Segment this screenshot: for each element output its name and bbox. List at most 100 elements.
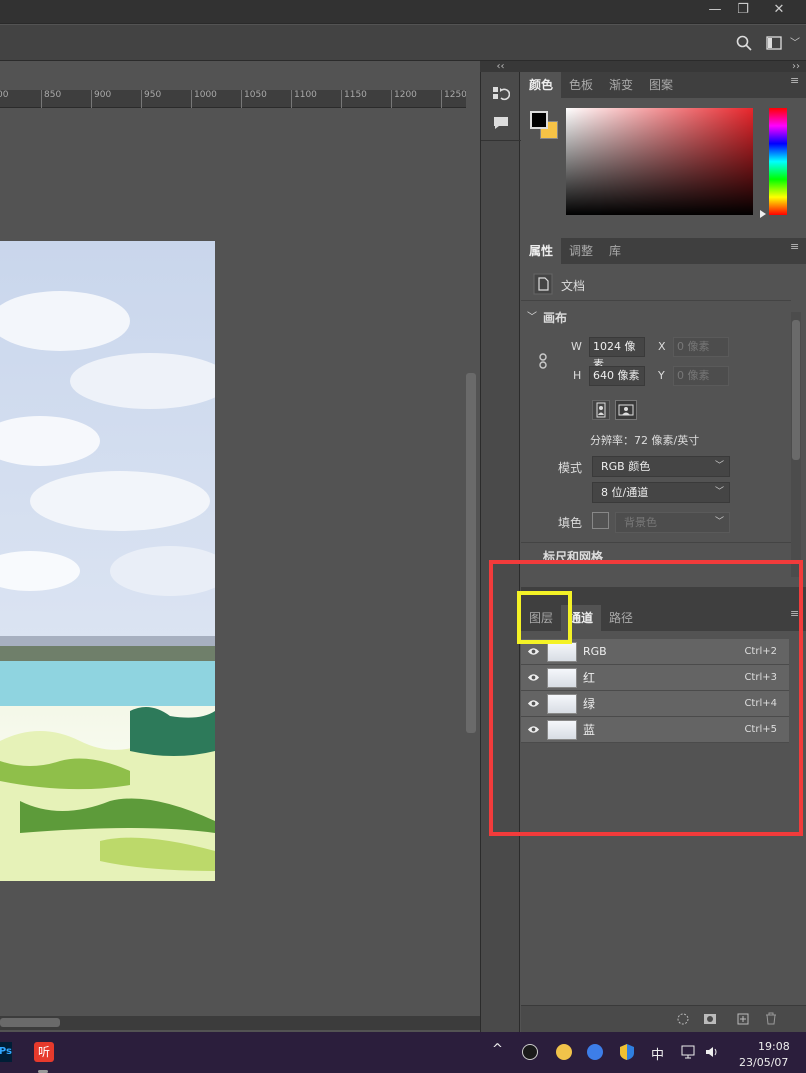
- options-bar: ﹀: [0, 25, 806, 61]
- taskbar: Ps 听 ^ 中 19:08 23/05/07: [0, 1032, 806, 1073]
- color-panel-tabs: 颜色 色板 渐变 图案 ≡: [521, 72, 806, 98]
- ruler-tick: 1000: [191, 90, 217, 108]
- width-label: W: [571, 340, 582, 353]
- ruler-tick: 1150: [341, 90, 367, 108]
- tab-adjustments[interactable]: 调整: [561, 238, 601, 264]
- collapse-right-button[interactable]: ››: [521, 61, 806, 72]
- tab-gradients[interactable]: 渐变: [601, 72, 641, 98]
- close-button[interactable]: ✕: [764, 0, 794, 22]
- right-panel-column: 颜色 色板 渐变 图案 ≡ 属性 调整 库 ≡ 文档 ﹀ 画布 W 1024 像…: [521, 72, 806, 1032]
- bit-depth-select-value: 8 位/通道: [601, 486, 649, 499]
- search-icon[interactable]: [736, 35, 752, 51]
- title-bar: — ❐ ✕: [0, 0, 806, 24]
- document-icon: [533, 273, 553, 295]
- tab-patterns[interactable]: 图案: [641, 72, 681, 98]
- height-label: H: [573, 369, 582, 382]
- channels-footer: [521, 1005, 806, 1032]
- panel-menu-icon[interactable]: ≡: [790, 75, 800, 86]
- chevron-down-icon: ﹀: [714, 487, 724, 497]
- properties-panel-tabs: 属性 调整 库 ≡: [521, 238, 806, 264]
- canvas-area[interactable]: [0, 108, 466, 1016]
- y-field[interactable]: 0 像素: [673, 366, 729, 386]
- hue-slider[interactable]: [769, 108, 787, 215]
- ruler-tick: 900: [91, 90, 111, 108]
- ruler-tick: 1200: [391, 90, 417, 108]
- photoshop-taskbar-icon[interactable]: Ps: [0, 1042, 12, 1062]
- volume-icon[interactable]: [705, 1046, 719, 1058]
- fill-label: 填色: [558, 516, 583, 530]
- color-field[interactable]: [566, 108, 753, 215]
- network-icon[interactable]: [681, 1045, 697, 1059]
- shield-icon[interactable]: [619, 1043, 635, 1061]
- ruler-tick: 1050: [241, 90, 267, 108]
- ruler-tick: 1250: [441, 90, 467, 108]
- ruler-tick: 00: [0, 90, 8, 108]
- mode-select-value: RGB 颜色: [601, 460, 651, 473]
- yellow-highlight-box: [517, 591, 572, 644]
- mode-select[interactable]: RGB 颜色 ﹀: [592, 456, 730, 477]
- chat-icon[interactable]: [587, 1044, 603, 1060]
- link-icon[interactable]: [538, 353, 548, 369]
- resolution-text: 分辨率：72 像素/英寸: [590, 434, 700, 447]
- tab-libraries[interactable]: 库: [601, 238, 629, 264]
- ruler-tick: 1100: [291, 90, 317, 108]
- comment-icon[interactable]: [493, 116, 509, 130]
- bit-depth-select[interactable]: 8 位/通道 ﹀: [592, 482, 730, 503]
- app-taskbar-icon[interactable]: 听: [34, 1042, 54, 1062]
- tab-color[interactable]: 颜色: [521, 72, 562, 98]
- delete-channel-icon[interactable]: [765, 1012, 777, 1025]
- collapse-left-button[interactable]: ‹‹: [480, 61, 521, 72]
- section-divider: [521, 542, 791, 543]
- ruler-tick: 850: [41, 90, 61, 108]
- x-label: X: [658, 340, 666, 353]
- workspace-icon[interactable]: [766, 36, 782, 50]
- clock-time[interactable]: 19:08: [758, 1040, 790, 1053]
- qq-icon[interactable]: [556, 1044, 572, 1060]
- fill-color-swatch[interactable]: [592, 512, 609, 529]
- x-field[interactable]: 0 像素: [673, 337, 729, 357]
- strip-divider: [481, 140, 521, 141]
- vertical-scrollbar[interactable]: [466, 61, 480, 1016]
- panel-icon-strip: [480, 72, 521, 1032]
- fill-select[interactable]: 背景色 ﹀: [615, 512, 730, 533]
- properties-scroll-thumb[interactable]: [792, 320, 800, 460]
- chevron-up-icon[interactable]: ^: [492, 1042, 503, 1057]
- canvas-section-title[interactable]: 画布: [543, 309, 567, 326]
- mode-label: 模式: [558, 461, 583, 475]
- panel-menu-icon[interactable]: ≡: [790, 241, 800, 252]
- tray-app-icon[interactable]: [522, 1044, 538, 1060]
- section-divider: [521, 300, 791, 301]
- minimize-button[interactable]: —: [700, 0, 730, 22]
- landscape-icon: [618, 404, 634, 416]
- horizontal-scroll-thumb[interactable]: [0, 1018, 60, 1027]
- fill-select-value: 背景色: [624, 516, 657, 529]
- properties-scrollbar[interactable]: [791, 312, 801, 577]
- hue-slider-handle[interactable]: [760, 210, 766, 218]
- document-image[interactable]: [0, 241, 215, 881]
- chevron-down-icon: ﹀: [714, 461, 724, 471]
- clock-date[interactable]: 23/05/07: [739, 1056, 788, 1069]
- tab-properties[interactable]: 属性: [521, 238, 562, 264]
- y-label: Y: [658, 369, 665, 382]
- tab-swatches[interactable]: 色板: [561, 72, 601, 98]
- foreground-color-swatch[interactable]: [530, 111, 548, 129]
- horizontal-scrollbar[interactable]: [0, 1016, 480, 1030]
- landscape-orientation-button[interactable]: [615, 400, 637, 420]
- chevron-down-icon[interactable]: ﹀: [790, 34, 800, 49]
- chevron-down-icon: ﹀: [714, 517, 724, 527]
- chevron-down-icon[interactable]: ﹀: [527, 308, 537, 323]
- portrait-icon: [596, 402, 606, 418]
- history-icon[interactable]: [492, 86, 510, 104]
- selection-from-channel-icon[interactable]: [677, 1013, 689, 1025]
- document-label: 文档: [561, 279, 586, 293]
- save-selection-icon[interactable]: [703, 1013, 717, 1025]
- height-field[interactable]: 640 像素: [589, 366, 645, 386]
- portrait-orientation-button[interactable]: [592, 400, 610, 420]
- width-field[interactable]: 1024 像素: [589, 337, 645, 371]
- ruler-tick: 950: [141, 90, 161, 108]
- horizontal-ruler: 00 850 900 950 1000 1050 1100 1150 1200 …: [0, 90, 467, 108]
- ime-indicator[interactable]: 中: [651, 1044, 664, 1063]
- vertical-scroll-thumb[interactable]: [466, 373, 476, 733]
- new-channel-icon[interactable]: [737, 1013, 749, 1025]
- restore-button[interactable]: ❐: [728, 0, 758, 22]
